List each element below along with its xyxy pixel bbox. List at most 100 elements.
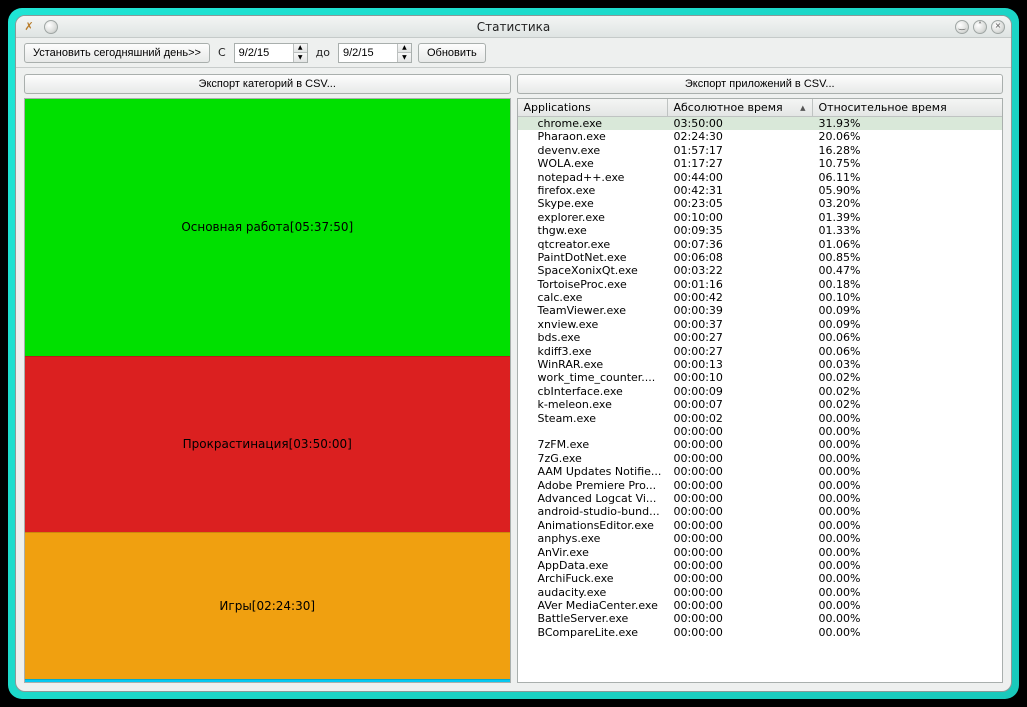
date-to-down[interactable]: ▼ [398,53,411,62]
treemap[interactable]: Основная работа[05:37:50]Прокрастинация[… [24,98,511,683]
table-row[interactable]: SpaceXonixQt.exe00:03:2200.47% [518,264,1003,277]
table-row[interactable]: android-studio-bund...00:00:0000.00% [518,505,1003,518]
table-cell: 00:00:00 [668,438,813,451]
table-cell: 03.20% [813,197,1003,210]
date-to-up[interactable]: ▲ [398,44,411,54]
table-cell: 00:00:27 [668,345,813,358]
table-cell: 00:23:05 [668,197,813,210]
table-row[interactable]: firefox.exe00:42:3105.90% [518,184,1003,197]
table-row[interactable]: BattleServer.exe00:00:0000.00% [518,612,1003,625]
table-cell: 00.47% [813,264,1003,277]
table-body[interactable]: chrome.exe03:50:0031.93%Pharaon.exe02:24… [518,117,1003,682]
treemap-block[interactable]: Основная работа[05:37:50] [25,99,510,356]
table-row[interactable]: Skype.exe00:23:0503.20% [518,197,1003,210]
minimize-button[interactable]: ‿ [955,20,969,34]
table-row[interactable]: AnVir.exe00:00:0000.00% [518,546,1003,559]
table-cell: 00.03% [813,358,1003,371]
date-to-input[interactable] [339,44,397,62]
table-row[interactable]: explorer.exe00:10:0001.39% [518,211,1003,224]
table-row[interactable]: qtcreator.exe00:07:3601.06% [518,238,1003,251]
refresh-button[interactable]: Обновить [418,43,486,63]
table-row[interactable]: AAM Updates Notifie...00:00:0000.00% [518,465,1003,478]
table-cell: anphys.exe [518,532,668,545]
table-cell: 01.06% [813,238,1003,251]
table-cell: 00:00:00 [668,586,813,599]
table-row[interactable]: Adobe Premiere Pro...00:00:0000.00% [518,479,1003,492]
table-cell: 00:10:00 [668,211,813,224]
close-button[interactable]: × [991,20,1005,34]
table-row[interactable]: kdiff3.exe00:00:2700.06% [518,345,1003,358]
table-row[interactable]: WinRAR.exe00:00:1300.03% [518,358,1003,371]
table-row[interactable]: AppData.exe00:00:0000.00% [518,559,1003,572]
date-from-up[interactable]: ▲ [294,44,307,54]
column-header-rel[interactable]: Относительное время [813,99,1003,116]
table-row[interactable]: thgw.exe00:09:3501.33% [518,224,1003,237]
table-row[interactable]: calc.exe00:00:4200.10% [518,291,1003,304]
table-cell: 00:00:00 [668,492,813,505]
set-today-button[interactable]: Установить сегодняшний день>> [24,43,210,63]
export-categories-button[interactable]: Экспорт категорий в CSV... [24,74,511,94]
table-row[interactable]: WOLA.exe01:17:2710.75% [518,157,1003,170]
table-row[interactable]: Advanced Logcat Vi...00:00:0000.00% [518,492,1003,505]
table-cell: WinRAR.exe [518,358,668,371]
table-cell: 00.00% [813,546,1003,559]
titlebar[interactable]: ✗ Статистика ‿ ˄ × [16,16,1011,38]
treemap-block-label: Игры[02:24:30] [219,599,315,613]
table-cell: work_time_counter.... [518,371,668,384]
table-cell: 00.00% [813,492,1003,505]
table-cell: 00.00% [813,465,1003,478]
table-cell: TeamViewer.exe [518,304,668,317]
table-row[interactable]: audacity.exe00:00:0000.00% [518,586,1003,599]
date-from-input[interactable] [235,44,293,62]
table-row[interactable]: 7zG.exe00:00:0000.00% [518,452,1003,465]
table-row[interactable]: TortoiseProc.exe00:01:1600.18% [518,278,1003,291]
table-cell: BCompareLite.exe [518,626,668,639]
maximize-button[interactable]: ˄ [973,20,987,34]
table-cell: 00:00:13 [668,358,813,371]
table-cell: 00:00:00 [668,559,813,572]
treemap-block[interactable]: Игры[02:24:30] [25,532,510,679]
table-row[interactable]: PaintDotNet.exe00:06:0800.85% [518,251,1003,264]
table-cell: firefox.exe [518,184,668,197]
table-cell: 00.00% [813,532,1003,545]
table-row[interactable]: chrome.exe03:50:0031.93% [518,117,1003,130]
table-row[interactable]: AVer MediaCenter.exe00:00:0000.00% [518,599,1003,612]
table-row[interactable]: 00:00:0000.00% [518,425,1003,438]
date-to[interactable]: ▲ ▼ [338,43,412,63]
table-row[interactable]: Pharaon.exe02:24:3020.06% [518,130,1003,143]
date-from-down[interactable]: ▼ [294,53,307,62]
table-cell: 00:00:07 [668,398,813,411]
table-row[interactable]: bds.exe00:00:2700.06% [518,331,1003,344]
table-cell: 7zG.exe [518,452,668,465]
column-header-app[interactable]: Applications [518,99,668,116]
table-cell: SpaceXonixQt.exe [518,264,668,277]
table-row[interactable]: AnimationsEditor.exe00:00:0000.00% [518,519,1003,532]
table-row[interactable]: BCompareLite.exe00:00:0000.00% [518,626,1003,639]
table-cell: 00:00:00 [668,612,813,625]
table-cell: 00.00% [813,412,1003,425]
column-header-abs[interactable]: Абсолютное время ▲ [668,99,813,116]
table-cell: qtcreator.exe [518,238,668,251]
table-row[interactable]: TeamViewer.exe00:00:3900.09% [518,304,1003,317]
table-row[interactable]: anphys.exe00:00:0000.00% [518,532,1003,545]
window-title: Статистика [16,20,1011,34]
table-cell: 00:00:02 [668,412,813,425]
date-from[interactable]: ▲ ▼ [234,43,308,63]
table-row[interactable]: devenv.exe01:57:1716.28% [518,144,1003,157]
table-cell: 00.02% [813,385,1003,398]
table-row[interactable]: cbInterface.exe00:00:0900.02% [518,385,1003,398]
table-row[interactable]: xnview.exe00:00:3700.09% [518,318,1003,331]
table-row[interactable]: notepad++.exe00:44:0006.11% [518,171,1003,184]
table-row[interactable]: k-meleon.exe00:00:0700.02% [518,398,1003,411]
table-cell: 00.06% [813,345,1003,358]
table-row[interactable]: ArchiFuck.exe00:00:0000.00% [518,572,1003,585]
table-row[interactable]: Steam.exe00:00:0200.00% [518,412,1003,425]
table-row[interactable]: 7zFM.exe00:00:0000.00% [518,438,1003,451]
treemap-block[interactable]: Прокрастинация[03:50:00] [25,356,510,532]
sort-indicator-icon: ▲ [800,104,805,112]
export-apps-button[interactable]: Экспорт приложений в CSV... [517,74,1004,94]
keep-above-button[interactable] [44,20,58,34]
table-row[interactable]: work_time_counter....00:00:1000.02% [518,371,1003,384]
treemap-sliver[interactable] [25,679,510,682]
content: Основная работа[05:37:50]Прокрастинация[… [16,98,1011,691]
